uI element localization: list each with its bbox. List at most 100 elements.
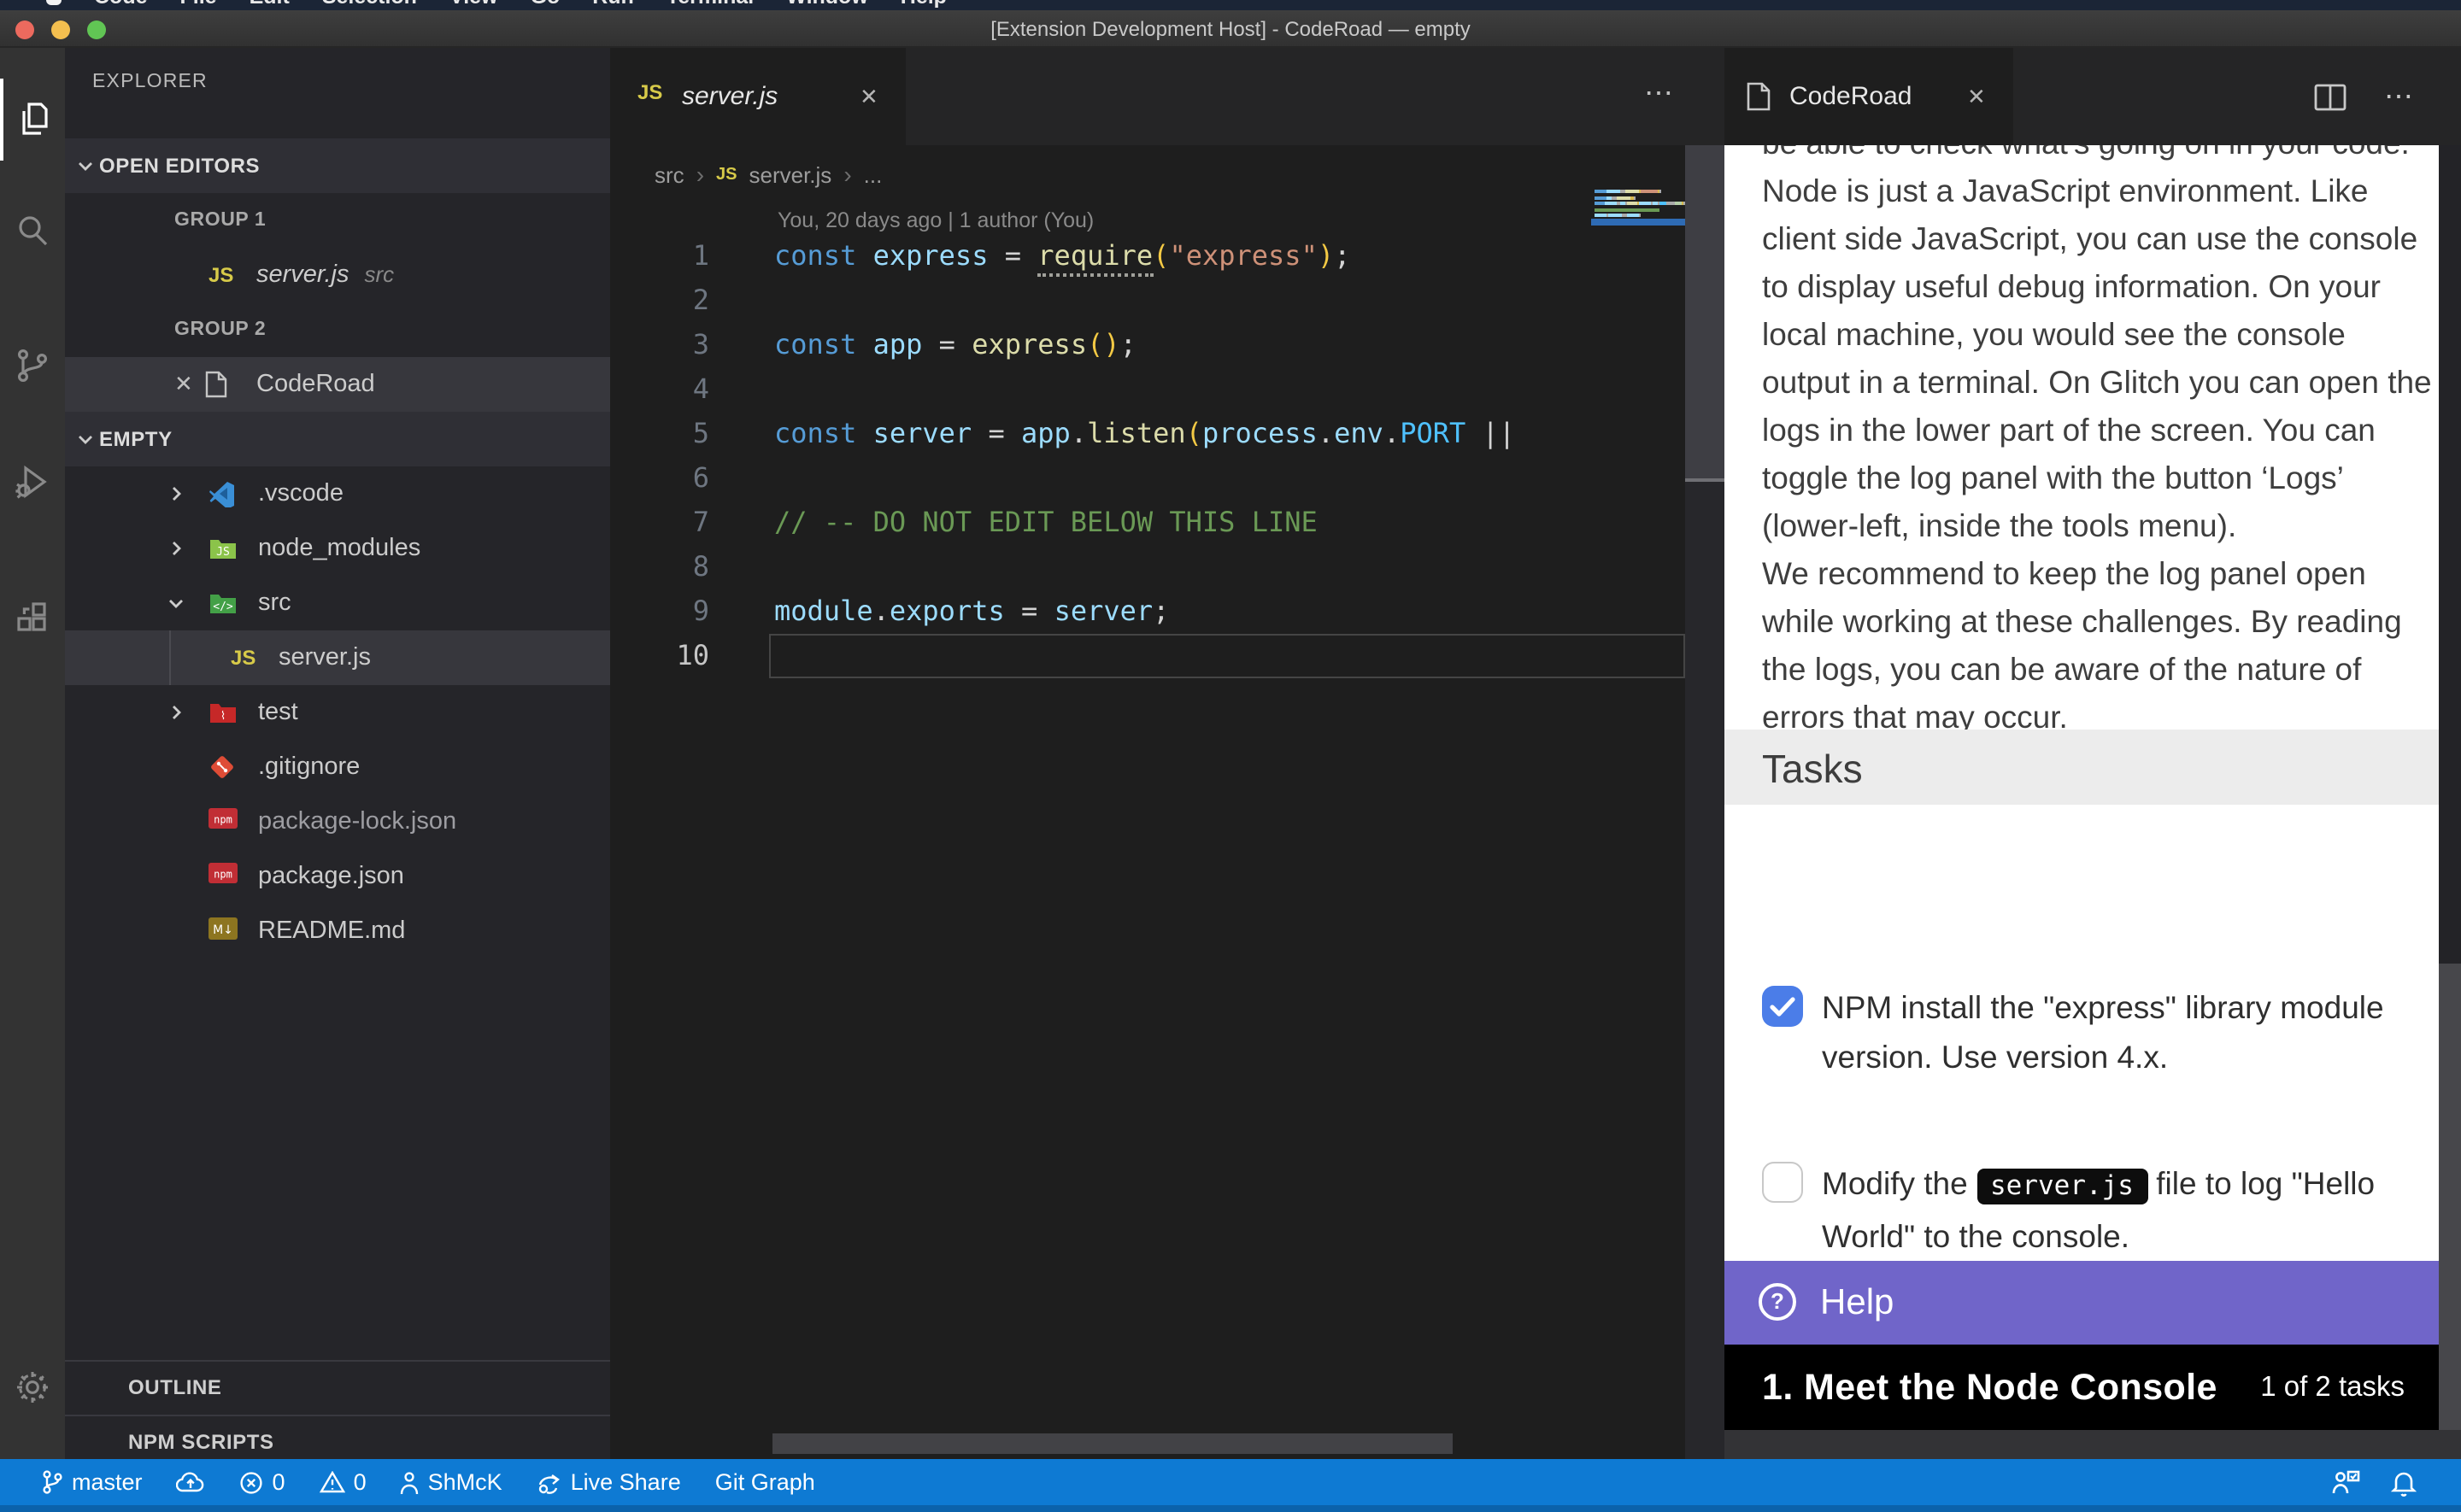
menu-items: Code File Edit Selection View Go Run Terminal Wi… bbox=[0, 0, 2461, 10]
code-line-3: const app = express(); bbox=[774, 323, 1533, 367]
close-editor-icon[interactable]: ✕ bbox=[174, 357, 193, 412]
settings-gear-icon[interactable] bbox=[0, 1346, 65, 1428]
activity-bar bbox=[0, 48, 65, 1459]
feedback-icon[interactable] bbox=[2331, 1469, 2360, 1495]
webview-scrollbar[interactable] bbox=[2439, 145, 2461, 1430]
menu-item-code[interactable]: Code bbox=[94, 0, 148, 10]
task-label: NPM install the "express" library module… bbox=[1822, 982, 2389, 1081]
sidebar-item-node-modules[interactable]: JSnode_modules bbox=[65, 521, 610, 576]
file-type-icon: npm bbox=[209, 863, 236, 890]
status-item-live-share[interactable]: Live Share bbox=[537, 1469, 681, 1495]
status-item-master[interactable]: master bbox=[41, 1469, 143, 1495]
code-line-4 bbox=[774, 367, 1533, 412]
menu-item-terminal[interactable]: Terminal bbox=[667, 0, 754, 10]
notifications-bell-icon[interactable] bbox=[2391, 1468, 2417, 1496]
lesson-title: 1. Meet the Node Console bbox=[1762, 1345, 2217, 1430]
breadcrumb-item[interactable]: src bbox=[655, 161, 684, 187]
chevron-right-icon[interactable] bbox=[166, 702, 186, 723]
chevron-down-icon[interactable] bbox=[75, 429, 96, 449]
coderoad-panel: CodeRoad ✕ ⋯ be able to check what's goi… bbox=[1724, 48, 2461, 1459]
help-bar[interactable]: ? Help bbox=[1724, 1261, 2461, 1345]
sidebar-item-readme-md[interactable]: M↓README.md bbox=[65, 904, 610, 958]
sidebar-item-package-lock-json[interactable]: npmpackage-lock.json bbox=[65, 794, 610, 849]
sidebar-item--vscode[interactable]: .vscode bbox=[65, 466, 610, 521]
sidebar-item--gitignore[interactable]: .gitignore bbox=[65, 740, 610, 794]
extensions-icon[interactable] bbox=[0, 577, 65, 659]
lesson-bar: 1. Meet the Node Console 1 of 2 tasks bbox=[1724, 1345, 2461, 1430]
cloud-upload-icon bbox=[177, 1471, 206, 1493]
sidebar-item-test[interactable]: ⌇test bbox=[65, 685, 610, 740]
menu-item-go[interactable]: Go bbox=[531, 0, 561, 10]
explorer-icon[interactable] bbox=[0, 79, 65, 161]
sidebar-section-empty[interactable]: EMPTY bbox=[65, 412, 610, 466]
sidebar-section-outline[interactable]: OUTLINE bbox=[65, 1360, 610, 1416]
breadcrumb-item[interactable]: ... bbox=[864, 161, 883, 187]
sidebar-section-open-editors[interactable]: OPEN EDITORS bbox=[65, 138, 610, 193]
menu-item-window[interactable]: Window bbox=[786, 0, 868, 10]
coderoad-webview: be able to check what's going on in your… bbox=[1724, 145, 2461, 1261]
menu-item-view[interactable]: View bbox=[449, 0, 498, 10]
sidebar-item-server-js[interactable]: JSserver.js bbox=[65, 630, 610, 685]
explorer-rows: OPEN EDITORSGROUP 1JSserver.jssrcGROUP 2… bbox=[65, 138, 610, 958]
sidebar-item-server-js[interactable]: JSserver.jssrc bbox=[65, 248, 610, 302]
sidebar-section-npm-scripts[interactable]: NPM SCRIPTS bbox=[65, 1415, 610, 1459]
chevron-right-icon[interactable] bbox=[166, 483, 186, 504]
search-icon[interactable] bbox=[0, 190, 65, 272]
chevron-right-icon[interactable] bbox=[166, 538, 186, 559]
file-type-icon: npm bbox=[209, 808, 236, 835]
tab-coderoad[interactable]: CodeRoad ✕ bbox=[1724, 48, 2013, 145]
live-share-icon bbox=[537, 1470, 562, 1494]
run-debug-icon[interactable] bbox=[0, 441, 65, 523]
split-editor-icon[interactable] bbox=[2314, 83, 2346, 110]
editor-horizontal-scrollbar[interactable] bbox=[772, 1433, 1453, 1454]
file-type-icon: JS bbox=[231, 644, 258, 671]
breadcrumb-separator: › bbox=[696, 161, 704, 188]
sidebar-title: EXPLORER bbox=[92, 72, 208, 92]
code-line-10 bbox=[774, 634, 1533, 678]
macos-menu-bar: Code File Edit Selection View Go Run Terminal Wi… bbox=[0, 0, 2461, 10]
code-line-7: // -- DO NOT EDIT BELOW THIS LINE bbox=[774, 501, 1533, 545]
menu-item-file[interactable]: File bbox=[180, 0, 217, 10]
svg-text:⌇: ⌇ bbox=[220, 710, 226, 723]
js-file-icon: JS bbox=[637, 80, 662, 104]
apple-logo-icon[interactable] bbox=[46, 0, 62, 5]
menu-item-selection[interactable]: Selection bbox=[322, 0, 417, 10]
code-content[interactable]: const express = require("express");const… bbox=[774, 234, 1533, 678]
panel-tab-bar: CodeRoad ✕ ⋯ bbox=[1724, 48, 2461, 145]
checkbox-checked[interactable] bbox=[1762, 986, 1803, 1027]
status-item-git-graph[interactable]: Git Graph bbox=[715, 1469, 815, 1495]
sidebar-item-package-json[interactable]: npmpackage.json bbox=[65, 849, 610, 904]
sidebar-item-group-2[interactable]: GROUP 2 bbox=[65, 302, 610, 357]
menu-item-edit[interactable]: Edit bbox=[250, 0, 290, 10]
editor-tab-bar: JS server.js ✕ ⋯ bbox=[610, 48, 1724, 145]
status-item-0[interactable]: 0 bbox=[240, 1469, 285, 1495]
lesson-text: be able to check what's going on in your… bbox=[1762, 145, 2432, 741]
close-tab-icon[interactable]: ✕ bbox=[860, 48, 878, 145]
status-item-0[interactable]: 0 bbox=[320, 1469, 367, 1495]
menu-item-help[interactable]: Help bbox=[901, 0, 947, 10]
file-type-icon: JS bbox=[209, 261, 236, 289]
chevron-down-icon[interactable] bbox=[75, 155, 96, 176]
close-tab-icon[interactable]: ✕ bbox=[1967, 48, 1986, 145]
sidebar-item-coderoad[interactable]: ✕CodeRoad bbox=[65, 357, 610, 412]
file-type-icon: M↓ bbox=[209, 917, 236, 945]
status-item-cloud-upload[interactable] bbox=[177, 1471, 206, 1493]
editor-vertical-scrollbar[interactable] bbox=[1685, 145, 1724, 1459]
chevron-down-icon[interactable] bbox=[166, 593, 186, 613]
status-item-shmck[interactable]: ShMcK bbox=[401, 1469, 502, 1495]
tab-server-js[interactable]: JS server.js ✕ bbox=[610, 48, 906, 145]
sidebar-item-src[interactable]: </>src bbox=[65, 576, 610, 630]
more-actions-icon[interactable]: ⋯ bbox=[1644, 48, 1677, 140]
source-control-icon[interactable] bbox=[0, 325, 65, 407]
codelens-annotation[interactable]: You, 20 days ago | 1 author (You) bbox=[778, 208, 1094, 232]
file-type-icon bbox=[205, 371, 232, 398]
lesson-progress: 1 of 2 tasks bbox=[2260, 1345, 2405, 1430]
svg-text:npm: npm bbox=[214, 868, 232, 880]
breadcrumb-item[interactable]: server.js bbox=[749, 161, 832, 187]
sidebar-item-group-1[interactable]: GROUP 1 bbox=[65, 193, 610, 248]
minimap[interactable] bbox=[1595, 190, 1685, 220]
checkbox-unchecked[interactable] bbox=[1762, 1162, 1803, 1203]
code-chip: server.js bbox=[1976, 1169, 2147, 1204]
more-actions-icon[interactable]: ⋯ bbox=[2384, 79, 2417, 114]
menu-item-run[interactable]: Run bbox=[592, 0, 634, 10]
